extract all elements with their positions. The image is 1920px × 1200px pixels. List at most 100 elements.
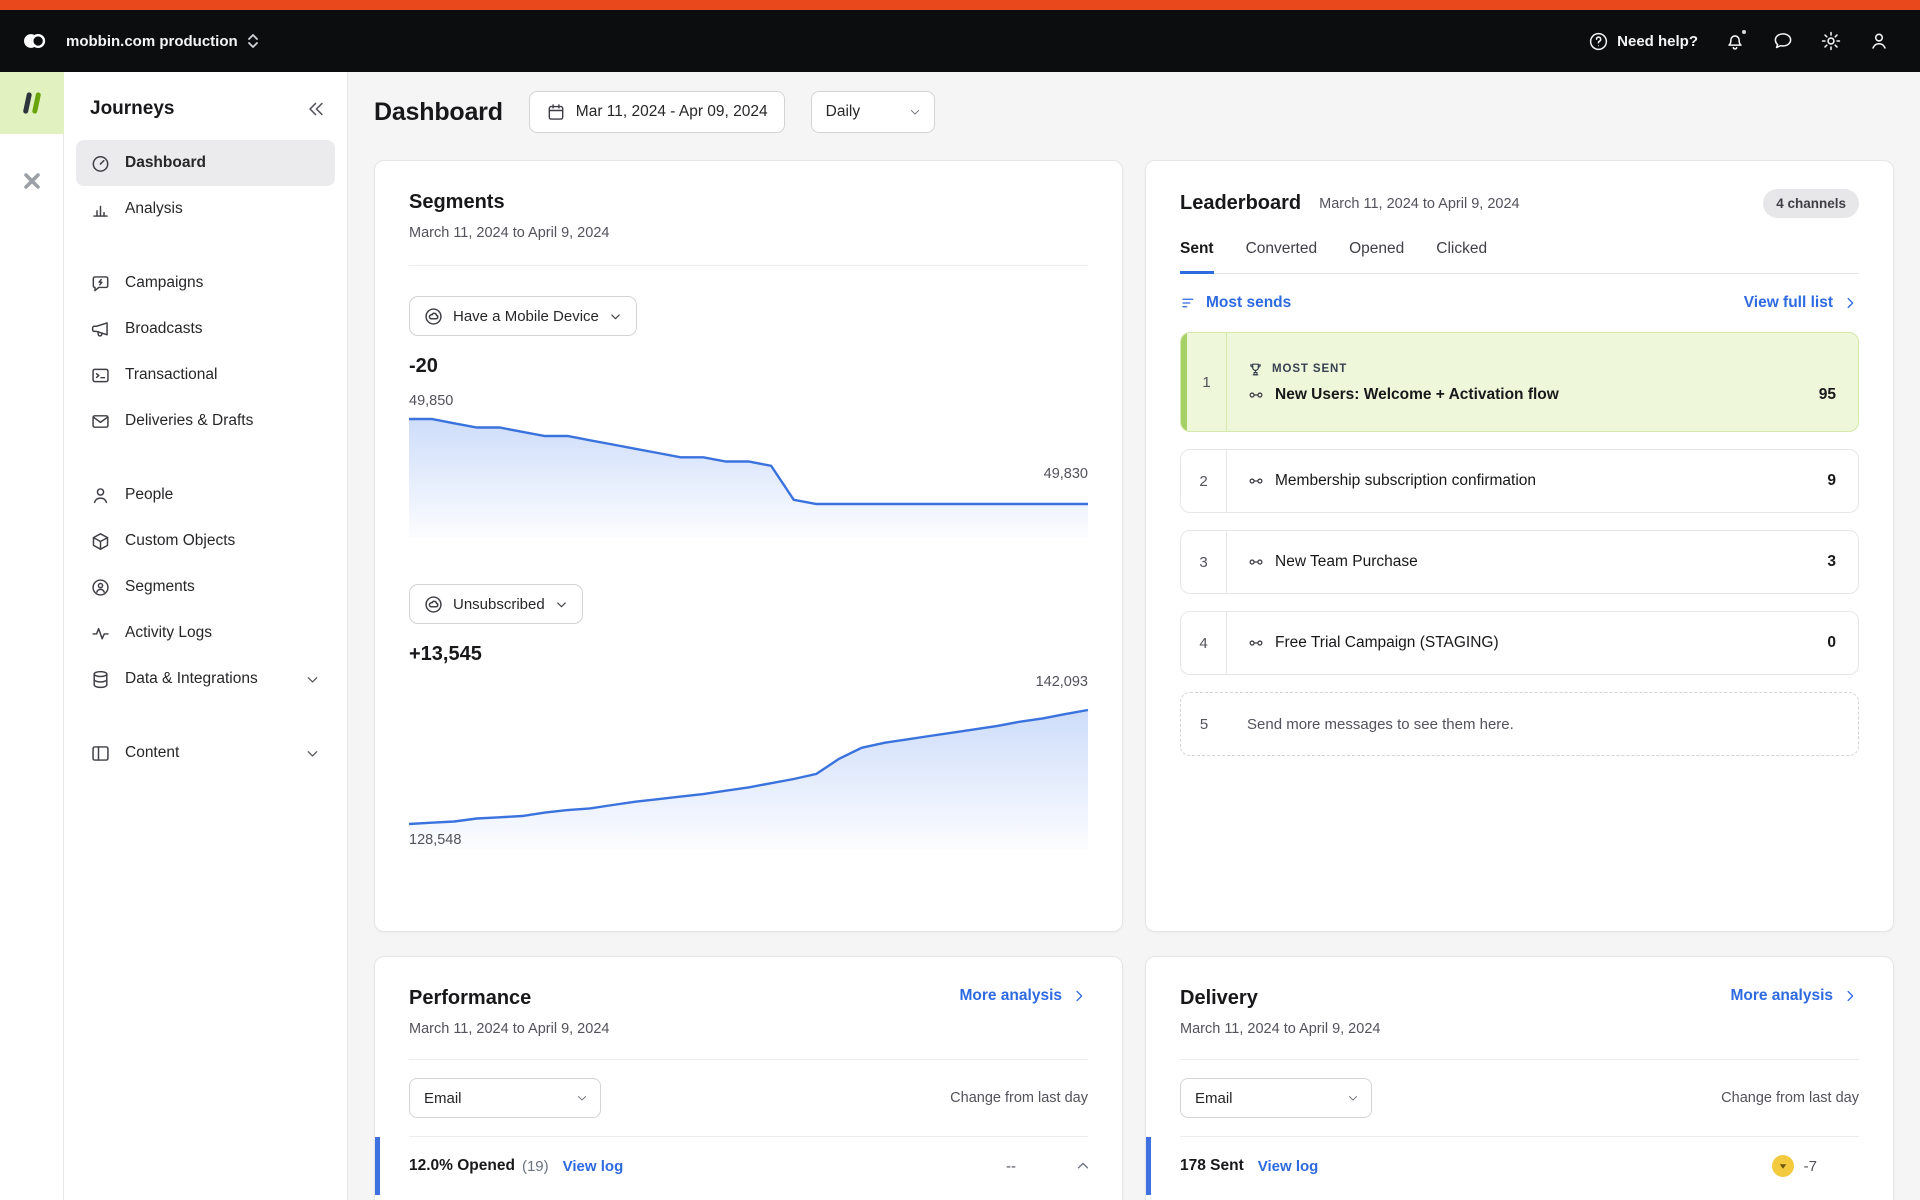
chevron-down-icon xyxy=(307,676,318,683)
sidebar-item-dashboard[interactable]: Dashboard xyxy=(76,140,335,186)
account-icon[interactable] xyxy=(1868,30,1890,52)
sidebar-item-broadcasts[interactable]: Broadcasts xyxy=(76,306,335,352)
app-logo[interactable] xyxy=(16,23,52,59)
decrease-indicator-icon xyxy=(1771,1155,1794,1177)
journeys-icon xyxy=(22,92,41,114)
sidebar-item-activity-logs[interactable]: Activity Logs xyxy=(76,610,335,656)
brand-strip xyxy=(0,0,1920,10)
campaign-name: Membership subscription confirmation xyxy=(1275,472,1537,489)
segment-chart-block: Have a Mobile Device -20 49,850 49,830 xyxy=(409,296,1088,538)
sidebar-item-content[interactable]: Content xyxy=(76,730,335,776)
settings-gear-icon[interactable] xyxy=(1820,30,1842,52)
change-from-last-day-header: Change from last day xyxy=(950,1090,1088,1106)
date-range-button[interactable]: Mar 11, 2024 - Apr 09, 2024 xyxy=(528,91,785,133)
leaderboard-row-2[interactable]: 2 Membership subscription confirmation 9 xyxy=(1180,449,1859,513)
sidebar-item-label: Broadcasts xyxy=(125,320,203,337)
performance-channel-select[interactable]: Email xyxy=(409,1078,601,1118)
sort-icon xyxy=(1182,298,1194,308)
performance-metric-row: 12.0% Opened (19) View log -- xyxy=(375,1137,1122,1195)
need-help-button[interactable]: Need help? xyxy=(1588,31,1698,52)
sent-metric: 178 Sent xyxy=(1180,1157,1244,1174)
campaign-icon xyxy=(1249,559,1263,565)
workspace-selector[interactable]: mobbin.com production xyxy=(66,33,259,50)
cube-icon xyxy=(92,532,109,550)
segments-card: Segments March 11, 2024 to April 9, 2024… xyxy=(374,160,1123,932)
sidebar-item-campaigns[interactable]: Campaigns xyxy=(76,260,335,306)
rail-item-secondary[interactable] xyxy=(0,150,64,212)
sort-most-sends[interactable]: Most sends xyxy=(1180,294,1291,312)
notifications-button[interactable] xyxy=(1724,28,1748,52)
delivery-title: Delivery xyxy=(1180,987,1258,1009)
rail-item-journeys[interactable] xyxy=(0,72,64,134)
performance-more-analysis-link[interactable]: More analysis xyxy=(959,987,1088,1005)
opened-metric: 12.0% Opened xyxy=(409,1157,515,1174)
segment-line-chart: 128,548 142,093 xyxy=(409,674,1088,850)
leaderboard-row-3[interactable]: 3 New Team Purchase 3 xyxy=(1180,530,1859,594)
chart-end-value: 142,093 xyxy=(1035,674,1088,690)
leaderboard-tabs: Sent Converted Opened Clicked xyxy=(1180,240,1859,274)
rank-number: 3 xyxy=(1181,531,1227,593)
sidebar-item-analysis[interactable]: Analysis xyxy=(76,186,335,232)
chevron-down-icon xyxy=(307,750,318,757)
performance-date-range: March 11, 2024 to April 9, 2024 xyxy=(409,1021,610,1037)
sidebar-item-label: Content xyxy=(125,744,180,761)
collapse-sidebar-icon[interactable] xyxy=(305,98,327,120)
leaderboard-row-1[interactable]: 1 MOST SENT New Users: Welcome + Activat… xyxy=(1180,332,1859,432)
performance-card: Performance March 11, 2024 to April 9, 2… xyxy=(374,956,1123,1200)
database-icon xyxy=(93,670,108,688)
delivery-channel-select[interactable]: Email xyxy=(1180,1078,1372,1118)
campaign-name: Free Trial Campaign (STAGING) xyxy=(1275,634,1499,651)
sidebar-item-custom-objects[interactable]: Custom Objects xyxy=(76,518,335,564)
chat-icon[interactable] xyxy=(1772,30,1794,52)
campaign-name: New Users: Welcome + Activation flow xyxy=(1275,385,1559,403)
tab-converted[interactable]: Converted xyxy=(1246,240,1318,274)
channel-value: Email xyxy=(424,1089,462,1107)
leaderboard-row-4[interactable]: 4 Free Trial Campaign (STAGING) 0 xyxy=(1180,611,1859,675)
workspace-name: mobbin.com production xyxy=(66,32,238,50)
tab-opened[interactable]: Opened xyxy=(1349,240,1404,274)
sidebar-item-deliveries-drafts[interactable]: Deliveries & Drafts xyxy=(76,398,335,444)
logo-icon xyxy=(24,33,46,49)
leaderboard-card: Leaderboard March 11, 2024 to April 9, 2… xyxy=(1145,160,1894,932)
sidebar-item-label: Segments xyxy=(125,578,195,595)
segment-icon xyxy=(425,307,442,325)
chevron-right-icon xyxy=(1847,297,1854,309)
chevron-down-icon xyxy=(611,313,620,319)
sidebar-item-label: Deliveries & Drafts xyxy=(125,412,254,429)
segments-date-range: March 11, 2024 to April 9, 2024 xyxy=(409,225,610,241)
segment-person-icon xyxy=(92,578,109,596)
sidebar-item-label: Analysis xyxy=(125,200,183,217)
view-full-list-link[interactable]: View full list xyxy=(1744,294,1859,312)
sidebar-item-transactional[interactable]: Transactional xyxy=(76,352,335,398)
performance-view-log-link[interactable]: View log xyxy=(563,1158,624,1175)
sidebar-item-data-integrations[interactable]: Data & Integrations xyxy=(76,656,335,702)
megaphone-icon xyxy=(91,321,108,337)
sidebar-item-segments[interactable]: Segments xyxy=(76,564,335,610)
sidebar-item-label: Custom Objects xyxy=(125,532,236,549)
chevron-right-icon xyxy=(1076,990,1083,1002)
sidebar-item-label: Activity Logs xyxy=(125,624,213,641)
sidebar-item-label: Data & Integrations xyxy=(125,670,258,687)
delivery-card: Delivery March 11, 2024 to April 9, 2024… xyxy=(1145,956,1894,1200)
delivery-more-analysis-link[interactable]: More analysis xyxy=(1730,987,1859,1005)
sidebar-item-label: Campaigns xyxy=(125,274,204,291)
page-title: Dashboard xyxy=(374,97,503,126)
granularity-select[interactable]: Daily xyxy=(810,91,935,133)
delivery-change-value: -7 xyxy=(1803,1157,1817,1175)
need-help-label: Need help? xyxy=(1617,32,1698,50)
segment-select-unsubscribed[interactable]: Unsubscribed xyxy=(409,584,583,624)
sidebar-item-people[interactable]: People xyxy=(76,472,335,518)
most-sent-badge: MOST SENT xyxy=(1272,363,1348,375)
segments-title: Segments xyxy=(409,191,505,213)
tab-sent[interactable]: Sent xyxy=(1180,240,1214,274)
campaign-sends: 0 xyxy=(1827,634,1836,651)
collapse-row-icon[interactable] xyxy=(1074,1157,1092,1175)
terminal-icon xyxy=(92,368,109,382)
delivery-view-log-link[interactable]: View log xyxy=(1258,1158,1319,1175)
leaderboard-date-range: March 11, 2024 to April 9, 2024 xyxy=(1319,195,1520,212)
segment-select-mobile-device[interactable]: Have a Mobile Device xyxy=(409,296,637,336)
segment-name: Have a Mobile Device xyxy=(453,307,599,325)
person-icon xyxy=(93,487,108,503)
tab-clicked[interactable]: Clicked xyxy=(1436,240,1487,274)
rank-number: 2 xyxy=(1181,450,1227,512)
